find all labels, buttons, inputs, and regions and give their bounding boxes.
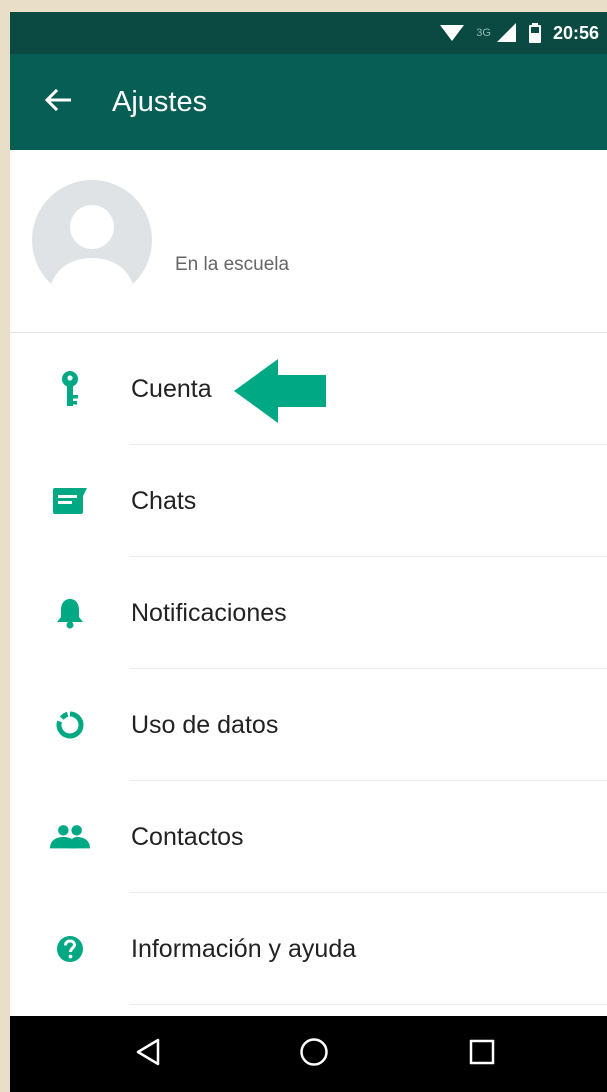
phone-screen: 3G 20:56 Ajustes En la escuela Cuenta Ch… bbox=[10, 12, 607, 1092]
settings-menu: Cuenta Chats Notificaciones Uso de datos… bbox=[10, 333, 607, 1005]
menu-item-chats[interactable]: Chats bbox=[10, 445, 607, 557]
status-bar: 3G 20:56 bbox=[10, 12, 607, 54]
menu-item-uso-de-datos[interactable]: Uso de datos bbox=[10, 669, 607, 781]
system-nav-bar bbox=[10, 1016, 607, 1092]
menu-item-label: Notificaciones bbox=[131, 598, 287, 627]
triangle-back-icon bbox=[135, 1038, 161, 1071]
profile-status-text: En la escuela bbox=[175, 254, 290, 275]
page-title: Ajustes bbox=[112, 85, 208, 118]
menu-item-contactos[interactable]: Contactos bbox=[10, 781, 607, 893]
square-recents-icon bbox=[469, 1039, 495, 1070]
app-bar: Ajustes bbox=[10, 54, 607, 150]
signal-icon bbox=[496, 23, 517, 43]
status-icons: 3G 20:56 bbox=[440, 12, 599, 54]
status-time: 20:56 bbox=[552, 22, 599, 43]
arrow-back-icon bbox=[44, 88, 72, 116]
menu-item-label: Información y ayuda bbox=[131, 934, 357, 963]
menu-item-label: Contactos bbox=[131, 822, 244, 851]
menu-item-label: Cuenta bbox=[131, 374, 212, 403]
key-icon bbox=[50, 369, 90, 409]
contacts-icon bbox=[50, 817, 90, 857]
battery-icon bbox=[528, 23, 541, 43]
person-placeholder-icon bbox=[48, 205, 136, 300]
help-icon bbox=[50, 929, 90, 969]
network-type-label: 3G bbox=[476, 27, 491, 39]
bell-icon bbox=[50, 593, 90, 633]
nav-recents-button[interactable] bbox=[462, 1034, 502, 1074]
menu-item-label: Chats bbox=[131, 486, 197, 515]
menu-item-label: Uso de datos bbox=[131, 710, 279, 739]
nav-home-button[interactable] bbox=[294, 1034, 334, 1074]
menu-item-informacion-y-ayuda[interactable]: Información y ayuda bbox=[10, 893, 607, 1005]
data-usage-icon bbox=[50, 705, 90, 745]
profile-avatar[interactable] bbox=[32, 180, 152, 300]
pointer-arrow-icon bbox=[232, 357, 328, 430]
wifi-icon bbox=[440, 23, 465, 43]
chat-icon bbox=[50, 481, 90, 521]
nav-back-button[interactable] bbox=[128, 1034, 168, 1074]
circle-home-icon bbox=[299, 1037, 329, 1072]
back-button[interactable] bbox=[38, 82, 78, 122]
menu-item-notificaciones[interactable]: Notificaciones bbox=[10, 557, 607, 669]
profile-row[interactable]: En la escuela bbox=[10, 150, 607, 333]
